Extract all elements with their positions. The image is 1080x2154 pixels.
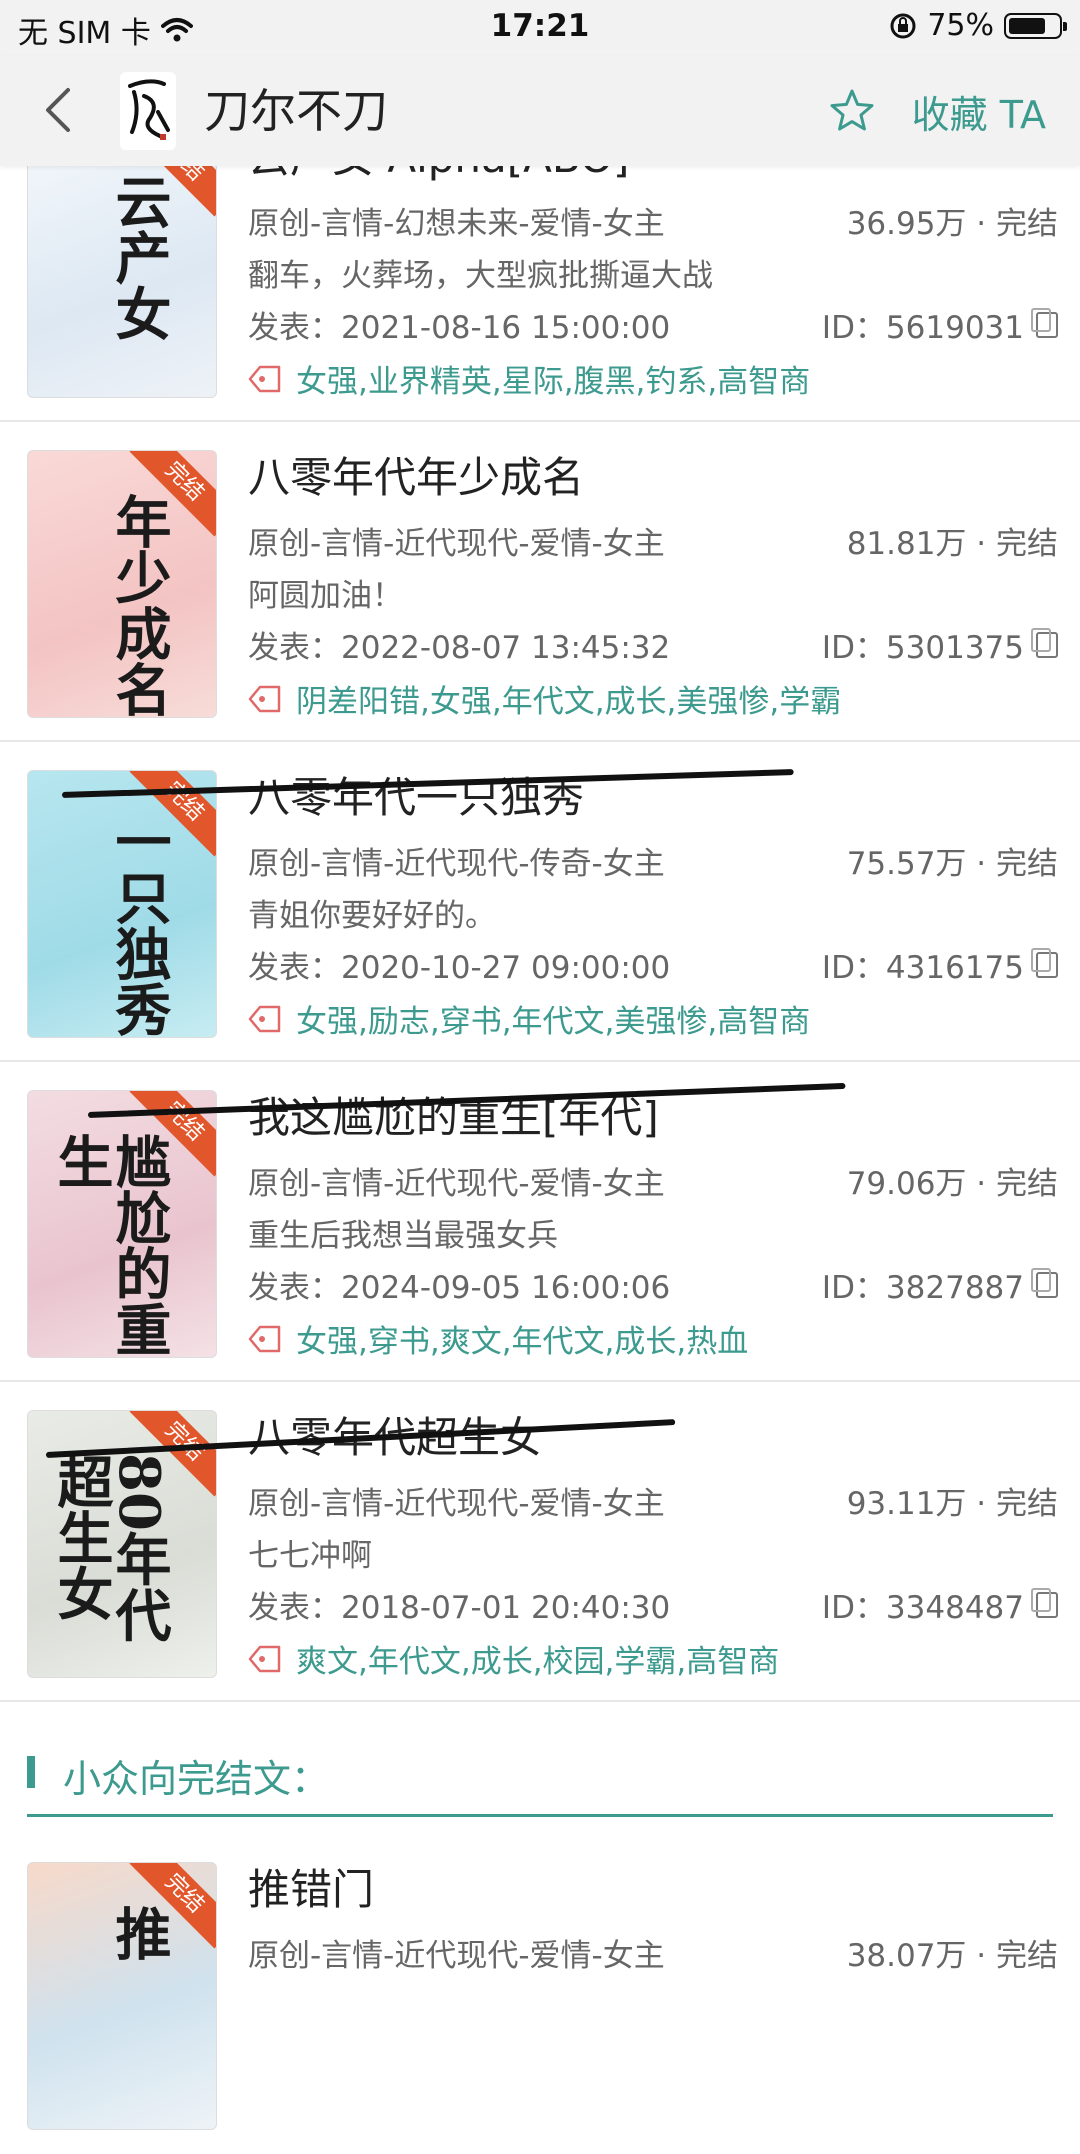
book-id-label: ID：5619031 <box>821 310 1024 346</box>
book-id[interactable]: ID：5619031 <box>822 302 1058 347</box>
cover-title: 尴尬的重生 <box>48 1133 172 1357</box>
author-name: 刀尔不刀 <box>204 84 388 138</box>
tags-label: 女强,穿书,爽文,年代文,成长,热血 <box>296 1324 749 1360</box>
cover-title: 推 <box>106 1905 172 1961</box>
book-item[interactable]: 尴尬的重生 完结 我这尴尬的重生[年代] 原创-言情-近代现代-爱情-女主 79… <box>0 1062 1080 1382</box>
orientation-lock-icon <box>890 13 916 38</box>
author-avatar[interactable] <box>120 72 176 150</box>
cover-title: 云产女 <box>106 173 172 341</box>
battery-icon <box>1004 12 1067 39</box>
book-desc: 重生后我想当最强女兵 <box>248 1218 558 1254</box>
book-category: 原创-言情-近代现代-爱情-女主 <box>248 1486 665 1522</box>
tag-icon <box>248 685 281 712</box>
calligraphy-logo-icon <box>128 79 170 140</box>
book-item[interactable]: 年少成名 完结 八零年代年少成名 原创-言情-近代现代-爱情-女主 81.81万… <box>0 422 1080 742</box>
tag-icon <box>248 1005 281 1032</box>
copy-icon[interactable] <box>1031 307 1058 338</box>
book-desc: 阿圆加油！ <box>248 578 403 614</box>
book-id[interactable]: ID：4316175 <box>822 942 1058 987</box>
star-icon <box>830 89 874 131</box>
tags-label: 女强,业界精英,星际,腹黑,钓系,高智商 <box>296 364 811 400</box>
tags-label: 女强,励志,穿书,年代文,美强惨,高智商 <box>296 1004 811 1040</box>
publish-date: 发表：2022-08-07 13:45:32 <box>248 630 671 666</box>
word-count: 75.57万 · 完结 <box>846 846 1058 882</box>
word-count: 81.81万 · 完结 <box>846 526 1058 562</box>
book-desc: 七七冲啊 <box>248 1538 372 1574</box>
book-category: 原创-言情-近代现代-爱情-女主 <box>248 1166 665 1202</box>
book-id-label: ID：3827887 <box>821 1270 1024 1306</box>
publish-date: 发表：2021-08-16 15:00:00 <box>248 310 671 346</box>
book-desc: 青姐你要好好的。 <box>248 898 496 934</box>
publish-date: 发表：2018-07-01 20:40:30 <box>248 1590 671 1626</box>
book-id[interactable]: ID：3827887 <box>822 1262 1058 1307</box>
book-tags: 阴差阳错,女强,年代文,成长,美强惨,学霸 <box>248 676 841 721</box>
book-id-label: ID：4316175 <box>821 950 1024 986</box>
publish-date: 发表：2020-10-27 09:00:00 <box>248 950 671 986</box>
book-id-label: ID：3348487 <box>821 1590 1024 1626</box>
favorite-label: 收藏 TA <box>911 92 1046 137</box>
book-category: 原创-言情-幻想未来-爱情-女主 <box>248 206 665 242</box>
section-title: 小众向完结文： <box>63 1757 330 1801</box>
cover-title: 一只独秀 <box>106 813 172 1037</box>
copy-icon[interactable] <box>1031 627 1058 658</box>
book-tags: 女强,穿书,爽文,年代文,成长,热血 <box>248 1316 748 1361</box>
book-title[interactable]: 推错门 <box>248 1862 374 1918</box>
book-id-label: ID：5301375 <box>821 630 1024 666</box>
book-cover[interactable]: 一只独秀 完结 <box>27 770 217 1038</box>
word-count: 93.11万 · 完结 <box>846 1486 1058 1522</box>
book-cover[interactable]: 尴尬的重生 完结 <box>27 1090 217 1358</box>
publish-date: 发表：2024-09-05 16:00:06 <box>248 1270 671 1306</box>
battery-fill <box>1009 17 1045 34</box>
word-count: 36.95万 · 完结 <box>846 206 1058 242</box>
tags-label: 爽文,年代文,成长,校园,学霸,高智商 <box>296 1644 780 1680</box>
status-bar: 无 SIM 卡 17:21 75% <box>0 0 1080 56</box>
chevron-left-icon <box>46 88 70 132</box>
book-tags: 女强,业界精英,星际,腹黑,钓系,高智商 <box>248 356 810 401</box>
cover-title: 80年代超生女 <box>48 1453 172 1643</box>
book-category: 原创-言情-近代现代-爱情-女主 <box>248 1938 665 1974</box>
copy-icon[interactable] <box>1031 1587 1058 1618</box>
book-title[interactable]: 八零年代年少成名 <box>248 450 584 506</box>
book-item[interactable]: 推 完结 推错门 原创-言情-近代现代-爱情-女主 38.07万 · 完结 <box>0 1834 1080 2154</box>
section-header: 小众向完结文： <box>27 1734 1053 1817</box>
book-id[interactable]: ID：3348487 <box>822 1582 1058 1627</box>
tag-icon <box>248 1645 281 1672</box>
book-item[interactable]: 一只独秀 完结 八零年代一只独秀 原创-言情-近代现代-传奇-女主 75.57万… <box>0 742 1080 1062</box>
book-desc: 翻车，火葬场，大型疯批撕逼大战 <box>248 258 713 294</box>
battery-percent: 75% <box>927 8 994 43</box>
tag-icon <box>248 365 281 392</box>
book-cover[interactable]: 年少成名 完结 <box>27 450 217 718</box>
book-category: 原创-言情-近代现代-爱情-女主 <box>248 526 665 562</box>
section-accent-bar <box>27 1756 35 1788</box>
book-category: 原创-言情-近代现代-传奇-女主 <box>248 846 665 882</box>
book-cover[interactable]: 云产女 完结 <box>27 130 217 398</box>
favorite-button[interactable]: 收藏 TA <box>828 76 1046 146</box>
tags-label: 阴差阳错,女强,年代文,成长,美强惨,学霸 <box>296 684 842 720</box>
back-button[interactable] <box>34 82 86 138</box>
nav-bar: 刀尔不刀 收藏 TA <box>0 56 1080 166</box>
copy-icon[interactable] <box>1031 1267 1058 1298</box>
word-count: 38.07万 · 完结 <box>846 1938 1058 1974</box>
tag-icon <box>248 1325 281 1352</box>
book-tags: 爽文,年代文,成长,校园,学霸,高智商 <box>248 1636 779 1681</box>
word-count: 79.06万 · 完结 <box>846 1166 1058 1202</box>
cover-title: 年少成名 <box>106 493 172 717</box>
book-id[interactable]: ID：5301375 <box>822 622 1058 667</box>
book-item[interactable]: 80年代超生女 完结 八零年代超生女 原创-言情-近代现代-爱情-女主 93.1… <box>0 1382 1080 1702</box>
book-cover[interactable]: 推 完结 <box>27 1862 217 2130</box>
copy-icon[interactable] <box>1031 947 1058 978</box>
status-right: 75% <box>889 8 1067 43</box>
book-tags: 女强,励志,穿书,年代文,美强惨,高智商 <box>248 996 810 1041</box>
